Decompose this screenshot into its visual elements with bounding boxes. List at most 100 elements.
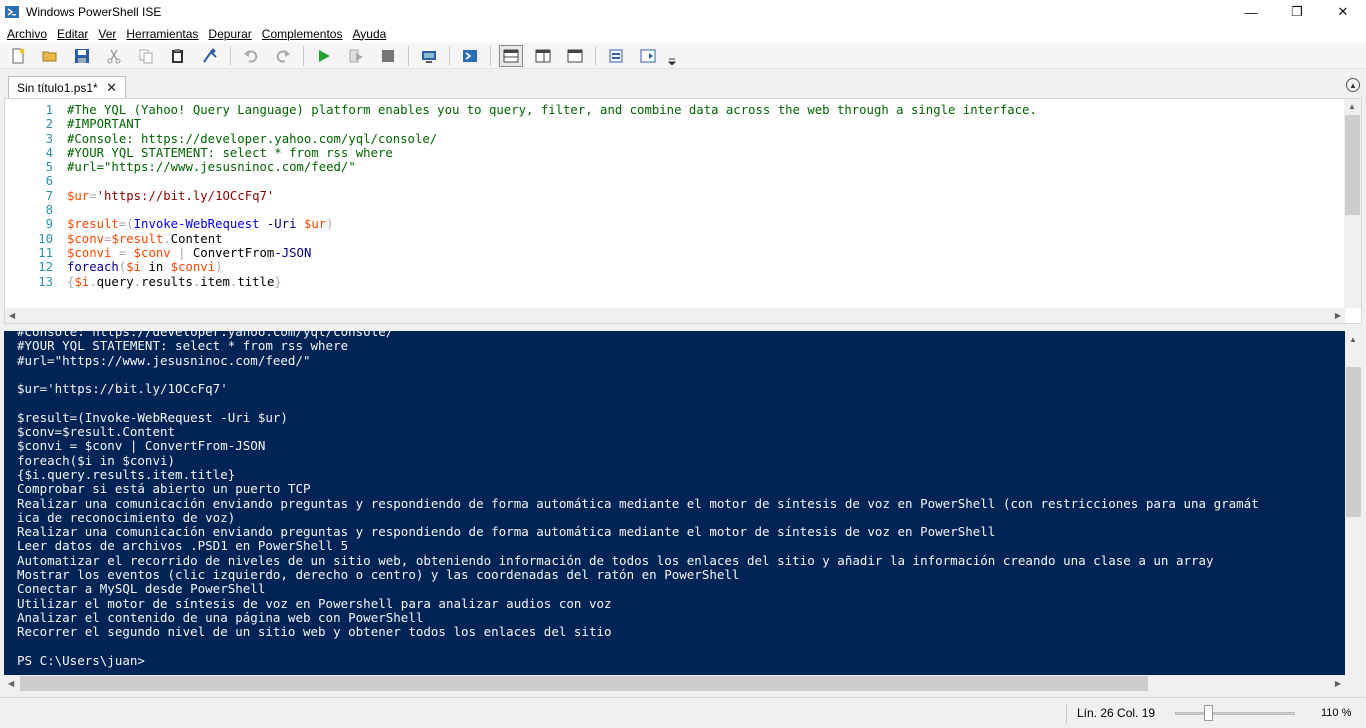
code-line[interactable] <box>67 174 1037 188</box>
console-line: $result=(Invoke-WebRequest -Uri $ur) <box>17 409 288 425</box>
pane-splitter[interactable] <box>0 324 1366 331</box>
menu-bar: Archivo Editar Ver Herramientas Depurar … <box>0 24 1366 43</box>
run-icon <box>319 49 330 62</box>
code-line[interactable]: #The YQL (Yahoo! Query Language) platfor… <box>67 103 1037 117</box>
code-line[interactable]: #url="https://www.jesusninoc.com/feed/" <box>67 160 1037 174</box>
minimize-button[interactable]: — <box>1228 0 1274 24</box>
copy-button[interactable] <box>134 45 158 67</box>
console-h-scroll-thumb[interactable] <box>20 676 1148 691</box>
menu-ayuda[interactable]: Ayuda <box>347 27 391 41</box>
menu-herramientas[interactable]: Herramientas <box>121 27 203 41</box>
clear-console-button[interactable] <box>198 45 222 67</box>
console-line: Leer datos de archivos .PSD1 en PowerShe… <box>17 538 349 554</box>
toolbar-separator <box>449 45 450 66</box>
line-number: 13 <box>38 274 53 289</box>
tab-close-icon[interactable]: ✕ <box>106 80 117 96</box>
line-number: 11 <box>38 245 53 260</box>
new-icon <box>12 48 25 63</box>
line-number: 6 <box>45 174 53 189</box>
code-line[interactable]: #YOUR YQL STATEMENT: select * from rss w… <box>67 146 1037 160</box>
code-area[interactable]: #The YQL (Yahoo! Query Language) platfor… <box>67 103 1037 289</box>
line-number: 5 <box>45 160 53 175</box>
menu-complementos[interactable]: Complementos <box>257 27 348 41</box>
menu-ver[interactable]: Ver <box>93 27 121 41</box>
layout-right-button[interactable] <box>531 45 555 67</box>
console-scroll-thumb[interactable] <box>1346 367 1361 517</box>
console-vertical-scrollbar[interactable]: ▲ <box>1345 331 1362 675</box>
run-script-button[interactable] <box>312 45 336 67</box>
zoom-level: 110 % <box>1321 707 1352 719</box>
scroll-right-arrow-icon[interactable]: ▶ <box>1335 311 1341 320</box>
tab-label: Sin título1.ps1* <box>17 81 98 95</box>
console-line: $convi = $conv | ConvertFrom-JSON <box>17 438 266 454</box>
console-pane[interactable]: #Console: https://developer.yahoo.com/yq… <box>4 331 1345 675</box>
menu-editar[interactable]: Editar <box>52 27 93 41</box>
show-commands-button[interactable] <box>604 45 628 67</box>
console-line: {$i.query.results.item.title} <box>17 466 236 482</box>
code-line[interactable]: $convi = $conv | ConvertFrom-JSON <box>67 246 1037 260</box>
code-line[interactable]: #IMPORTANT <box>67 117 1037 131</box>
console-scroll-up-icon[interactable]: ▲ <box>1349 335 1357 344</box>
code-line[interactable]: #Console: https://developer.yahoo.com/yq… <box>67 132 1037 146</box>
cut-button[interactable] <box>102 45 126 67</box>
code-line[interactable]: $conv=$result.Content <box>67 232 1037 246</box>
editor-vertical-scrollbar[interactable]: ▲ <box>1344 99 1361 308</box>
layout-top-button[interactable] <box>499 44 523 67</box>
menu-archivo[interactable]: Archivo <box>2 27 52 41</box>
new-remote-tab-button[interactable] <box>417 45 441 67</box>
layout-right-icon <box>535 49 551 62</box>
copy-icon <box>139 49 153 63</box>
show-commands-icon <box>609 49 623 62</box>
cursor-position: Lín. 26 Col. 19 <box>1077 706 1156 720</box>
console-scroll-left-icon[interactable]: ◀ <box>8 679 14 688</box>
paste-button[interactable] <box>166 45 190 67</box>
stop-icon <box>382 49 394 62</box>
code-line[interactable]: $result=(Invoke-WebRequest -Uri $ur) <box>67 217 1037 231</box>
code-line[interactable]: {$i.query.results.item.title} <box>67 275 1037 289</box>
zoom-slider-track[interactable] <box>1175 712 1295 715</box>
line-number: 4 <box>45 145 53 160</box>
code-line[interactable] <box>67 203 1037 217</box>
line-number: 8 <box>45 203 53 218</box>
editor-horizontal-scrollbar[interactable]: ◀ ▶ <box>5 308 1345 323</box>
layout-max-button[interactable] <box>563 45 587 67</box>
toolbar <box>0 43 1366 69</box>
menu-depurar[interactable]: Depurar <box>203 27 256 41</box>
save-icon <box>75 48 89 63</box>
console-horizontal-scrollbar[interactable]: ◀ ▶ <box>4 675 1345 692</box>
undo-icon <box>244 49 258 63</box>
addon-icon <box>640 49 656 62</box>
open-button[interactable] <box>38 45 62 67</box>
start-powershell-button[interactable] <box>458 45 482 67</box>
run-selection-button[interactable] <box>344 45 368 67</box>
zoom-slider-thumb[interactable] <box>1204 705 1213 721</box>
collapse-script-pane-icon[interactable]: ▲ <box>1346 78 1360 92</box>
editor-scroll-thumb[interactable] <box>1345 115 1360 215</box>
toolbar-separator <box>303 45 304 66</box>
close-button[interactable]: ✕ <box>1320 0 1366 24</box>
save-button[interactable] <box>70 45 94 67</box>
paste-icon <box>172 48 183 63</box>
console-scroll-right-icon[interactable]: ▶ <box>1335 679 1341 688</box>
maximize-button[interactable]: ❐ <box>1274 0 1320 24</box>
scroll-up-arrow-icon[interactable]: ▲ <box>1348 102 1356 111</box>
powershell-console-icon <box>463 49 477 62</box>
new-button[interactable] <box>6 45 30 67</box>
clear-icon <box>203 47 217 63</box>
addon-button[interactable] <box>636 45 660 67</box>
console-line: Realizar una comunicación enviando pregu… <box>17 524 996 540</box>
code-line[interactable]: foreach($i in $convi) <box>67 260 1037 274</box>
undo-button[interactable] <box>239 45 263 67</box>
remote-icon <box>422 50 436 63</box>
scroll-left-arrow-icon[interactable]: ◀ <box>9 311 15 320</box>
toolbar-overflow-icon[interactable] <box>668 57 676 65</box>
powershell-app-icon <box>5 6 19 18</box>
cut-icon <box>107 49 121 63</box>
redo-button[interactable] <box>271 45 295 67</box>
stop-button[interactable] <box>376 45 400 67</box>
tab-sin-titulo[interactable]: Sin título1.ps1* ✕ <box>8 76 126 99</box>
script-editor[interactable]: 1 2 3 4 5 6 7 8 9 10 11 12 13 #The YQL (… <box>4 98 1362 324</box>
code-line[interactable]: $ur='https://bit.ly/1OCcFq7' <box>67 189 1037 203</box>
